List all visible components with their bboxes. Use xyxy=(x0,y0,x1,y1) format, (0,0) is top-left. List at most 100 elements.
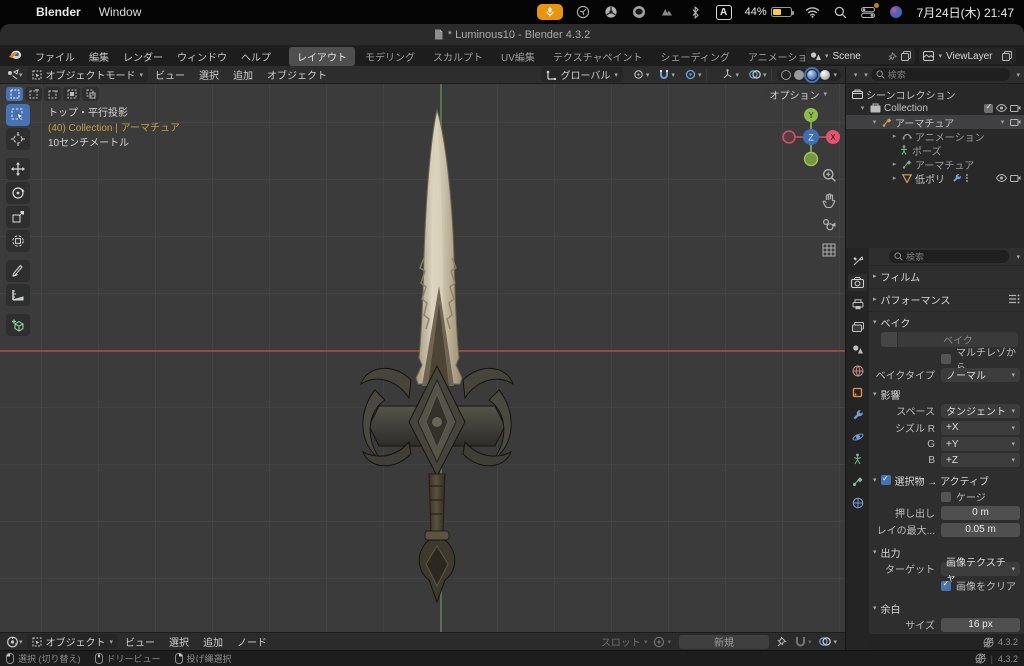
viewport-3d[interactable]: トップ・平行投影 (40) Collection | アーマチュア 10センチメ… xyxy=(0,84,845,632)
editor-type-chevron-icon[interactable]: ▾ xyxy=(19,71,23,79)
hide-eye-icon[interactable] xyxy=(996,174,1007,182)
node-editor-type-chevron-icon[interactable]: ▾ xyxy=(19,638,23,646)
tab-render[interactable] xyxy=(848,274,867,291)
armature-restrict-chevron-icon[interactable]: ▾ xyxy=(998,118,1007,126)
multires-checkbox[interactable] xyxy=(941,354,951,364)
properties-search[interactable] xyxy=(889,250,1009,263)
tree-row-pose[interactable]: ポーズ xyxy=(846,143,1024,157)
ray-distance-field[interactable]: 0.05 m xyxy=(941,523,1020,537)
menu-edit[interactable]: 編集 xyxy=(82,46,116,66)
new-material-button[interactable]: 新規 xyxy=(679,635,769,649)
tool-transform[interactable] xyxy=(6,230,30,252)
spotlight-search-icon[interactable] xyxy=(833,5,848,20)
vpn-menu-icon[interactable] xyxy=(660,5,675,20)
tab-object[interactable] xyxy=(848,384,867,401)
tree-row-scene-collection[interactable]: シーンコレクション xyxy=(846,87,1024,101)
filter-chevron-icon[interactable]: ▾ xyxy=(1016,71,1020,79)
clear-image-checkbox[interactable] xyxy=(941,581,951,591)
menu-render[interactable]: レンダー xyxy=(116,46,170,66)
tree-row-animation[interactable]: ▸ アニメーション xyxy=(846,129,1024,143)
browse-material-icon[interactable] xyxy=(653,636,665,648)
wifi-icon[interactable] xyxy=(805,5,820,20)
tab-sculpting[interactable]: スカルプト xyxy=(425,47,491,66)
options-button[interactable]: オプション▾ xyxy=(763,87,833,101)
snap-group[interactable]: ▾ xyxy=(659,69,675,80)
pan-view-icon[interactable] xyxy=(820,191,838,209)
shading-solid-icon[interactable] xyxy=(794,70,804,80)
performance-panel[interactable]: ▸パフォーマンス xyxy=(869,289,1024,312)
tab-shading[interactable]: シェーディング xyxy=(653,47,738,66)
menubar-datetime[interactable]: 7月24日(木) 21:47 xyxy=(917,4,1014,21)
input-source-badge[interactable]: A xyxy=(716,5,732,20)
tree-row-collection[interactable]: ▾ Collection xyxy=(846,101,1024,115)
view-layer-selector[interactable]: ▾ ViewLayer xyxy=(919,48,1016,64)
margin-panel-header[interactable]: ▾余白 xyxy=(873,601,1020,615)
size-field[interactable]: 16 px xyxy=(941,618,1020,632)
node-snap-icon[interactable] xyxy=(795,636,806,647)
pin-icon[interactable] xyxy=(777,636,787,647)
mode-dropdown[interactable]: オブジェクトモード ▾ xyxy=(27,67,149,82)
tool-rotate[interactable] xyxy=(6,182,30,204)
window-titlebar[interactable]: * Luminous10 - Blender 4.3.2 xyxy=(0,24,1024,46)
outliner-editor-icon[interactable] xyxy=(850,69,851,80)
new-view-layer-icon[interactable] xyxy=(1002,51,1012,61)
extrusion-field[interactable]: 0 m xyxy=(941,506,1020,520)
tool-select-box[interactable] xyxy=(6,104,30,126)
tab-constraints[interactable] xyxy=(848,450,867,467)
perspective-toggle-icon[interactable] xyxy=(820,241,838,259)
overlays-toggle-group[interactable]: ▾ xyxy=(749,69,767,80)
tab-texture-paint[interactable]: テクスチャペイント xyxy=(545,47,651,66)
armature-data-expand-icon[interactable]: ▸ xyxy=(890,160,899,168)
view-menu[interactable]: ビュー xyxy=(148,67,192,82)
collection-expand-icon[interactable]: ▾ xyxy=(858,104,867,112)
select-subtract-button[interactable] xyxy=(44,87,61,101)
tab-world[interactable] xyxy=(848,362,867,379)
bake-type-dropdown[interactable]: ノーマル▾ xyxy=(941,368,1020,382)
armature-expand-icon[interactable]: ▾ xyxy=(870,118,879,126)
cage-row[interactable]: ケージ xyxy=(941,490,1020,503)
slot-dropdown[interactable]: スロット xyxy=(601,634,641,649)
clear-image-row[interactable]: 画像をクリア xyxy=(941,579,1020,592)
fan-menu-icon[interactable] xyxy=(576,5,591,20)
tree-row-armature-object[interactable]: ▾ アーマチュア ▾ xyxy=(846,115,1024,129)
tree-row-lowpoly[interactable]: ▸ 低ポリ xyxy=(846,171,1024,185)
space-dropdown[interactable]: タンジェント▾ xyxy=(941,404,1020,418)
tool-scale[interactable] xyxy=(6,206,30,228)
collection-checkbox[interactable] xyxy=(984,104,993,113)
node-node-menu[interactable]: ノード xyxy=(230,634,274,649)
bake-panel-header[interactable]: ▾ベイク xyxy=(873,315,1020,329)
tab-texture[interactable] xyxy=(848,494,867,511)
hide-eye-icon[interactable] xyxy=(996,104,1007,112)
outliner-search-input[interactable] xyxy=(888,70,1005,80)
selected-to-active-header[interactable]: ▾ 選択物 → アクティブ xyxy=(873,473,1020,487)
cage-checkbox[interactable] xyxy=(941,492,951,502)
line-app-menu-icon[interactable] xyxy=(632,5,647,20)
select-menu[interactable]: 選択 xyxy=(192,67,226,82)
bluetooth-icon[interactable] xyxy=(688,5,703,20)
tool-measure[interactable] xyxy=(6,284,30,306)
outliner-display-chevron-icon[interactable]: ▾ xyxy=(864,71,868,79)
render-camera-icon[interactable] xyxy=(1010,174,1021,182)
app-menu-blender[interactable]: Blender xyxy=(36,5,81,19)
wheel-menu-icon[interactable] xyxy=(604,5,619,20)
transform-orientation-dropdown[interactable]: グローバル ▾ xyxy=(541,67,622,82)
zoom-view-icon[interactable] xyxy=(820,166,838,184)
animation-expand-icon[interactable]: ▸ xyxy=(890,132,899,140)
swizzle-b-dropdown[interactable]: +Z▾ xyxy=(941,453,1020,467)
offline-icon[interactable] xyxy=(983,637,994,648)
lowpoly-expand-icon[interactable]: ▸ xyxy=(890,174,899,182)
swizzle-r-dropdown[interactable]: +X▾ xyxy=(941,421,1020,435)
select-extend-button[interactable] xyxy=(25,87,42,101)
node-mode-dropdown[interactable]: オブジェクト ▾ xyxy=(27,634,119,649)
tab-scene[interactable] xyxy=(848,340,867,357)
node-view-menu[interactable]: ビュー xyxy=(118,634,162,649)
outliner-display-mode-icon[interactable] xyxy=(860,70,861,80)
mic-indicator-icon[interactable] xyxy=(537,4,563,20)
network-offline-icon[interactable] xyxy=(975,653,986,664)
unpin-icon[interactable] xyxy=(888,52,897,61)
render-camera-icon[interactable] xyxy=(1010,118,1021,126)
editor-type-3d-icon[interactable] xyxy=(6,69,19,80)
pivot-group[interactable]: ▾ xyxy=(633,69,650,80)
app-menu-window[interactable]: Window xyxy=(99,5,142,19)
shading-dropdown-icon[interactable]: ▾ xyxy=(833,71,837,79)
